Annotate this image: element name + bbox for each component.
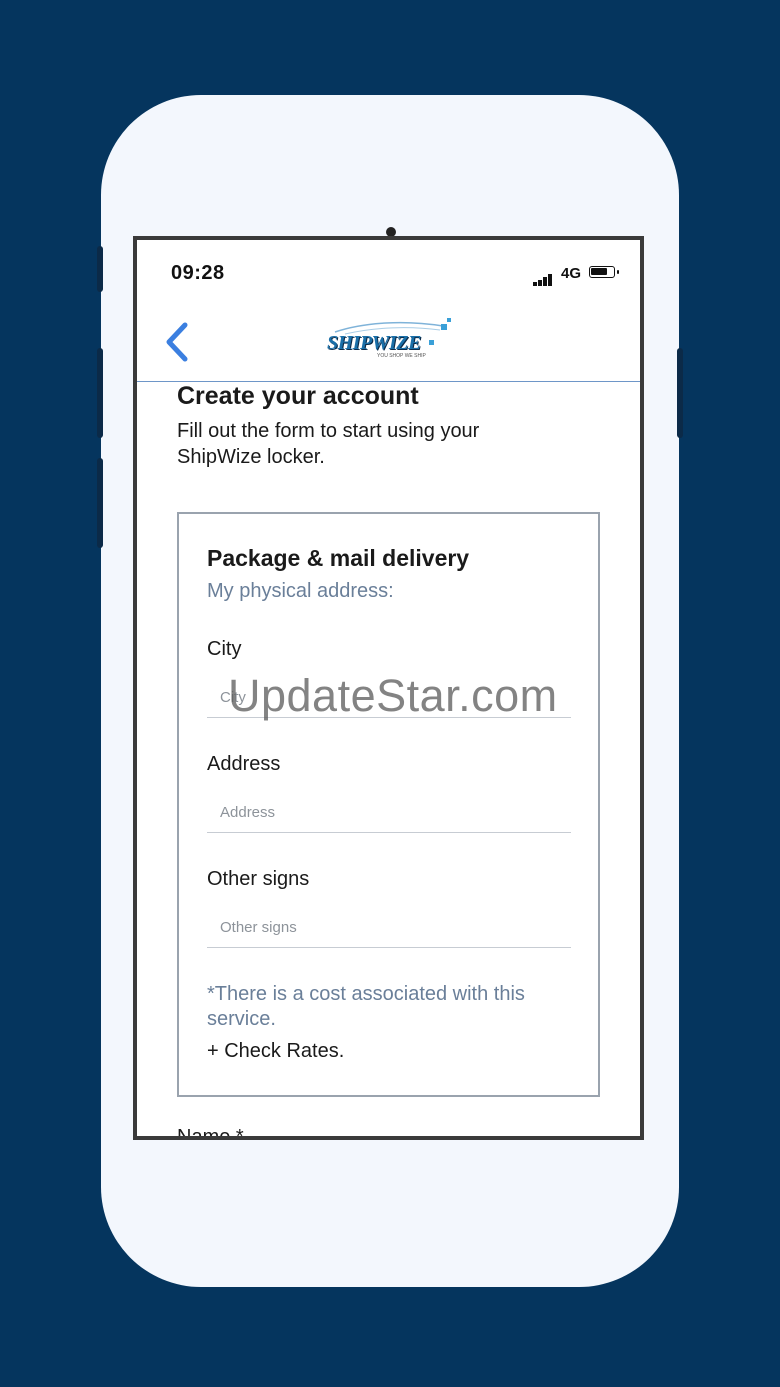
battery-icon — [589, 266, 619, 278]
other-signs-label: Other signs — [207, 868, 310, 890]
name-label: Name * — [177, 1126, 244, 1140]
city-input[interactable] — [207, 678, 571, 718]
address-input[interactable] — [207, 793, 571, 833]
delivery-card: Package & mail delivery My physical addr… — [177, 512, 600, 1097]
card-subtitle: My physical address: — [207, 580, 394, 602]
app-screen: 09:28 4G SHIPWIZE YOU SHOP WE SHIP Creat… — [133, 236, 644, 1140]
address-label: Address — [207, 753, 281, 775]
other-signs-input[interactable] — [207, 908, 571, 948]
page-title: Create your account — [177, 382, 419, 410]
status-time: 09:28 — [171, 262, 225, 284]
back-chevron-icon[interactable] — [163, 322, 193, 362]
cost-note: *There is a cost associated with this se… — [207, 983, 525, 1030]
logo-tagline: YOU SHOP WE SHIP — [377, 353, 426, 359]
volume-down-button — [97, 458, 103, 548]
card-title: Package & mail delivery — [207, 545, 470, 571]
form-content: Create your account Fill out the form to… — [137, 382, 640, 1136]
logo-wordmark: SHIPWIZE — [327, 332, 421, 354]
check-rates-link[interactable]: + Check Rates. — [207, 1040, 344, 1063]
nav-bar: SHIPWIZE YOU SHOP WE SHIP — [137, 302, 640, 382]
shipwize-logo: SHIPWIZE YOU SHOP WE SHIP — [325, 318, 455, 362]
page-intro: Fill out the form to start using your Sh… — [177, 420, 480, 468]
city-label: City — [207, 638, 242, 660]
network-type: 4G — [561, 265, 582, 282]
volume-up-button — [97, 348, 103, 438]
signal-icon — [533, 268, 553, 286]
status-bar: 09:28 4G — [137, 240, 640, 302]
power-button — [677, 348, 683, 438]
mute-switch — [97, 246, 103, 292]
